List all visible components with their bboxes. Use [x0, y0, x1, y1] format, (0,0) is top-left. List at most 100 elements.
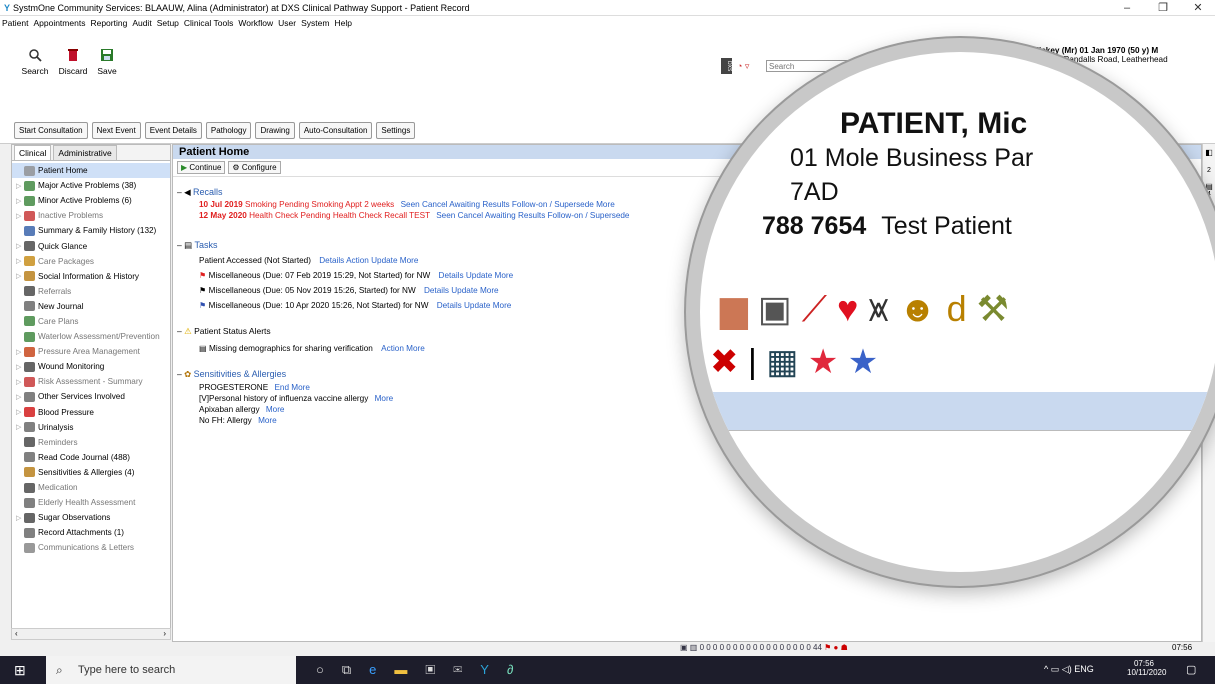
allergy-row[interactable]: PROGESTERONE End More: [199, 383, 310, 392]
allergy-row[interactable]: No FH: Allergy More: [199, 416, 277, 425]
task-actions[interactable]: Details Update More: [439, 271, 514, 280]
status-alert-icons[interactable]: ⚑ ● ☗: [824, 643, 848, 652]
taskbar-clock[interactable]: 07:56 10/11/2020: [1127, 659, 1166, 677]
task-row[interactable]: ⚑ Miscellaneous (Due: 05 Nov 2019 15:26,…: [199, 285, 499, 295]
task-actions[interactable]: Details Update More: [424, 286, 499, 295]
menu-setup[interactable]: Setup: [157, 18, 179, 28]
expand-chevron-icon[interactable]: ▷: [16, 363, 24, 371]
sidebar-item[interactable]: ▷ Quick Glance: [12, 238, 170, 253]
document-shield-icon[interactable]: ▦: [766, 343, 798, 381]
expand-chevron-icon[interactable]: ▷: [16, 257, 24, 265]
sidebar-item[interactable]: Sensitivities & Allergies (4): [12, 465, 170, 480]
settings-button[interactable]: Settings: [376, 122, 416, 139]
red-star-icon[interactable]: ★: [808, 343, 838, 381]
allergy-actions[interactable]: More: [258, 416, 277, 425]
sidebar-item[interactable]: Patient Home: [12, 163, 170, 179]
language-indicator[interactable]: ENG: [1074, 664, 1094, 674]
close-button[interactable]: ✕: [1181, 0, 1215, 16]
sidebar-item[interactable]: ▷ Pressure Area Management: [12, 344, 170, 359]
sidebar-item[interactable]: ▷ Wound Monitoring: [12, 359, 170, 374]
menu-clinical-tools[interactable]: Clinical Tools: [184, 18, 233, 28]
sidebar-item[interactable]: Waterlow Assessment/Prevention: [12, 329, 170, 344]
heart-icon[interactable]: ♥: [837, 288, 858, 329]
notifications-icon[interactable]: ▢: [1186, 663, 1196, 676]
lungs-icon[interactable]: ⩙: [868, 288, 888, 329]
warning-icon[interactable]: ⚠: [1203, 204, 1215, 213]
menu-workflow[interactable]: Workflow: [238, 18, 273, 28]
configure-button[interactable]: ⚙ Configure: [228, 161, 281, 174]
expand-chevron-icon[interactable]: ▷: [16, 393, 24, 401]
sidebar-item[interactable]: ▷ Minor Active Problems (6): [12, 193, 170, 208]
menu-appointments[interactable]: Appointments: [33, 18, 85, 28]
expand-chevron-icon[interactable]: ▷: [16, 182, 24, 190]
sidebar-item[interactable]: Summary & Family History (132): [12, 223, 170, 238]
minimize-button[interactable]: –: [1110, 0, 1144, 16]
sidebar-item[interactable]: Record Attachments (1): [12, 525, 170, 540]
store-icon[interactable]: ▣: [425, 662, 453, 677]
file-explorer-icon[interactable]: ▬: [394, 662, 425, 677]
taskbar-search[interactable]: ⌕ Type here to search: [46, 656, 296, 684]
task-actions[interactable]: Details Action Update More: [319, 256, 418, 265]
magnified-app-icon[interactable]: ▆: [720, 288, 748, 329]
scroll-right-icon[interactable]: ›: [163, 629, 166, 638]
calculator-icon[interactable]: ▣: [758, 288, 792, 329]
sidebar-item[interactable]: Read Code Journal (488): [12, 450, 170, 465]
collapse-icon[interactable]: –: [177, 187, 182, 197]
menu-user[interactable]: User: [278, 18, 296, 28]
mail-icon[interactable]: ✉: [453, 662, 480, 677]
document-icon[interactable]: ▤: [1203, 182, 1215, 191]
menu-audit[interactable]: Audit: [132, 18, 151, 28]
sidebar-item[interactable]: ▷ Care Packages: [12, 254, 170, 269]
task-actions[interactable]: Details Update More: [437, 301, 512, 310]
menu-reporting[interactable]: Reporting: [90, 18, 127, 28]
allergy-actions[interactable]: End More: [274, 383, 310, 392]
allergy-actions[interactable]: More: [266, 405, 285, 414]
allergy-actions[interactable]: More: [375, 394, 394, 403]
status-icons[interactable]: ▣ ▥: [680, 643, 697, 652]
expand-chevron-icon[interactable]: ▷: [16, 378, 24, 386]
sidebar-item[interactable]: Care Plans: [12, 314, 170, 329]
collapse-icon[interactable]: –: [177, 326, 182, 336]
left-scrollbar[interactable]: ‹ ›: [11, 628, 171, 640]
sidebar-item[interactable]: Medication: [12, 480, 170, 495]
sidebar-item[interactable]: New Journal: [12, 299, 170, 314]
menu-help[interactable]: Help: [334, 18, 351, 28]
dxs-icon[interactable]: ∂: [507, 662, 531, 677]
expand-chevron-icon[interactable]: ▷: [16, 212, 24, 220]
recall-row[interactable]: 10 Jul 2019 Smoking Pending Smoking Appt…: [199, 200, 615, 209]
alert-actions[interactable]: Action More: [381, 344, 425, 353]
cortana-icon[interactable]: ○: [316, 662, 342, 677]
allergy-row[interactable]: Apixaban allergy More: [199, 405, 284, 414]
sidebar-item[interactable]: Elderly Health Assessment: [12, 495, 170, 510]
sidebar-item[interactable]: ▷ Urinalysis: [12, 420, 170, 435]
collapse-icon[interactable]: –: [177, 240, 182, 250]
expand-chevron-icon[interactable]: ▷: [16, 514, 24, 522]
continue-button[interactable]: ▶ Continue: [177, 161, 226, 174]
sidebar-item[interactable]: ▷ Risk Assessment - Summary: [12, 374, 170, 389]
system-tray[interactable]: ^ ▭ ◁) ENG: [1044, 664, 1094, 675]
expand-chevron-icon[interactable]: ▷: [16, 348, 24, 356]
person-icon[interactable]: ☻: [899, 288, 937, 329]
maximize-button[interactable]: ❐: [1146, 0, 1180, 16]
menu-patient[interactable]: Patient: [2, 18, 28, 28]
sidebar-item[interactable]: ▷ Blood Pressure: [12, 405, 170, 420]
tools-icon[interactable]: ⚒: [977, 288, 1009, 329]
auto-consultation-button[interactable]: Auto-Consultation: [298, 122, 373, 139]
blue-star-icon[interactable]: ★: [848, 343, 878, 381]
cross-icon[interactable]: ✖: [710, 343, 739, 381]
syringe-icon[interactable]: ⟋: [802, 288, 827, 329]
recall-actions[interactable]: Seen Cancel Awaiting Results Follow-on /…: [401, 200, 615, 209]
menu-system[interactable]: System: [301, 18, 329, 28]
task-row[interactable]: ⚑ Miscellaneous (Due: 07 Feb 2019 15:29,…: [199, 270, 513, 280]
systmone-icon[interactable]: Y: [480, 662, 507, 677]
event-details-button[interactable]: Event Details: [144, 122, 202, 139]
sidebar-item[interactable]: Communications & Letters: [12, 540, 170, 555]
expand-chevron-icon[interactable]: ▷: [16, 272, 24, 280]
windows-start-icon[interactable]: ⊞: [14, 662, 26, 679]
scroll-left-icon[interactable]: ‹: [15, 629, 18, 638]
d-icon[interactable]: d: [947, 288, 967, 329]
expand-chevron-icon[interactable]: ▷: [16, 408, 24, 416]
sidebar-item[interactable]: ▷ Inactive Problems: [12, 208, 170, 223]
recall-row[interactable]: 12 May 2020 Health Check Pending Health …: [199, 211, 629, 220]
toolbar-search-input[interactable]: [766, 60, 860, 72]
